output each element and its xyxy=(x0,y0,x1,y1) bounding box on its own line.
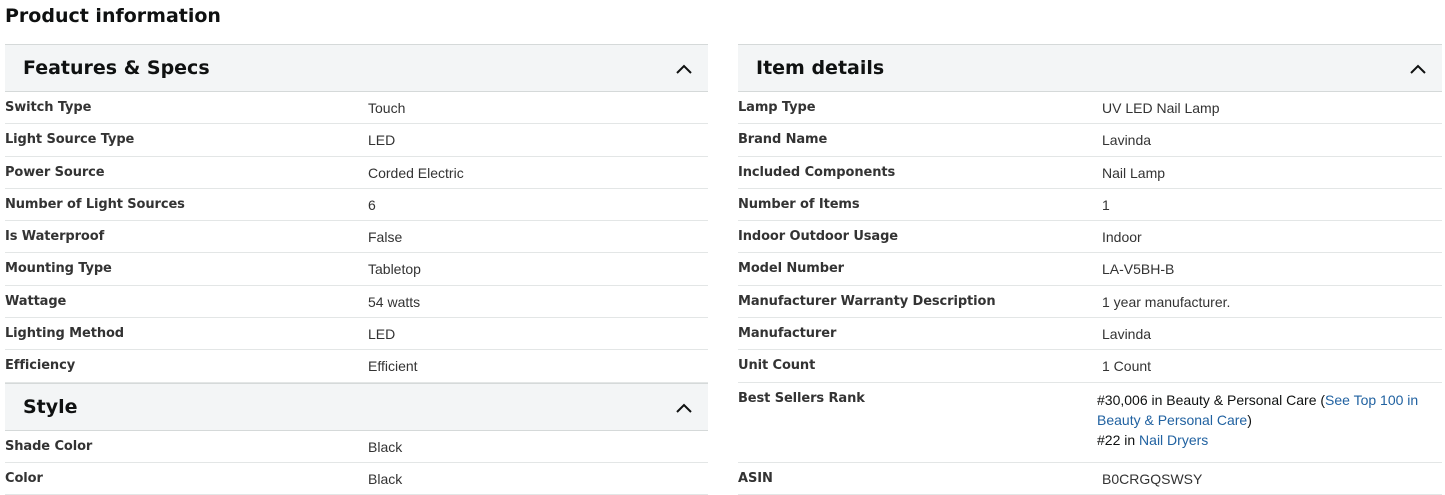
item-details-section-header[interactable]: Item details xyxy=(738,44,1442,92)
spec-value: Black xyxy=(368,470,403,487)
spec-value: False xyxy=(368,229,403,246)
style-section-header[interactable]: Style xyxy=(5,382,708,431)
table-row: Brand Name Lavinda xyxy=(738,124,1442,157)
spec-label: Brand Name xyxy=(738,132,828,148)
right-column: Item details Lamp Type UV LED Nail Lamp B… xyxy=(738,44,1442,495)
features-section-header[interactable]: Features & Specs xyxy=(5,44,708,92)
spec-label: Switch Type xyxy=(5,100,92,115)
style-section-title: Style xyxy=(23,395,78,418)
page-title: Product information xyxy=(5,5,221,27)
spec-value: Lavinda xyxy=(1102,132,1152,149)
features-table: Switch Type Touch Light Source Type LED Po… xyxy=(5,92,708,383)
rank-text: ) xyxy=(1247,411,1252,428)
spec-label: Color xyxy=(5,470,43,486)
spec-value: 1 Count xyxy=(1102,358,1152,375)
spec-value: Black xyxy=(368,438,403,455)
table-row: Number of Items 1 xyxy=(738,189,1442,222)
spec-label: Manufacturer xyxy=(738,326,837,342)
spec-label: Wattage xyxy=(5,293,67,309)
spec-value: Touch xyxy=(368,100,406,116)
table-row: Wattage 54 watts xyxy=(5,286,708,319)
spec-value: Indoor xyxy=(1102,229,1142,246)
spec-label: Lamp Type xyxy=(738,100,816,115)
item-details-section-title: Item details xyxy=(756,57,885,79)
spec-value: 1 xyxy=(1102,196,1110,213)
spec-value: Tabletop xyxy=(368,261,421,278)
spec-value: UV LED Nail Lamp xyxy=(1102,100,1220,116)
table-row: Number of Light Sources 6 xyxy=(5,189,708,222)
chevron-up-icon[interactable] xyxy=(1408,59,1428,79)
spec-label: Is Waterproof xyxy=(5,229,105,245)
spec-label: Light Source Type xyxy=(5,132,135,148)
chevron-up-icon[interactable] xyxy=(674,398,694,418)
spec-value: LED xyxy=(368,132,396,149)
table-row: Manufacturer Warranty Description 1 year … xyxy=(738,286,1442,319)
spec-value: 54 watts xyxy=(368,293,421,310)
table-row: Shade Color Black xyxy=(5,431,708,463)
spec-value: Nail Lamp xyxy=(1102,164,1166,181)
spec-label: Mounting Type xyxy=(5,261,112,277)
rank-text: #30,006 in Beauty & Personal Care ( xyxy=(1097,391,1326,408)
table-row: Switch Type Touch xyxy=(5,92,708,125)
chevron-up-icon[interactable] xyxy=(674,59,694,79)
table-row: Model Number LA-V5BH-B xyxy=(738,253,1442,286)
spec-label: Model Number xyxy=(738,261,844,277)
spec-value: 1 year manufacturer. xyxy=(1102,293,1231,310)
spec-label: Number of Light Sources xyxy=(5,196,185,212)
nail-dryers-link[interactable]: Nail Dryers xyxy=(1139,432,1208,448)
item-details-table: Lamp Type UV LED Nail Lamp Brand Name Lavi… xyxy=(738,92,1442,495)
spec-label: Included Components xyxy=(738,164,896,180)
spec-value: Efficient xyxy=(368,358,418,375)
rank-text: #22 in xyxy=(1097,431,1140,448)
table-row: Mounting Type Tabletop xyxy=(5,253,708,286)
spec-value: B0CRGQSWSY xyxy=(1102,470,1203,487)
best-sellers-rank-row: Best Sellers Rank #30,006 in Beauty & Pe… xyxy=(738,383,1442,463)
spec-label: Number of Items xyxy=(738,196,860,212)
table-row: Unit Count 1 Count xyxy=(738,350,1442,383)
table-row: Lamp Type UV LED Nail Lamp xyxy=(738,92,1442,125)
table-row: Is Waterproof False xyxy=(5,221,708,254)
style-table: Shade Color Black Color Black xyxy=(5,431,708,495)
spec-label: Unit Count xyxy=(738,358,816,374)
spec-label: Efficiency xyxy=(5,358,76,374)
spec-label: Shade Color xyxy=(5,438,93,454)
table-row: Manufacturer Lavinda xyxy=(738,318,1442,351)
features-section-title: Features & Specs xyxy=(23,57,210,79)
left-column: Features & Specs Switch Type Touch Light … xyxy=(5,44,708,495)
spec-label: Indoor Outdoor Usage xyxy=(738,229,899,245)
spec-label: Power Source xyxy=(5,164,105,180)
spec-value: 6 xyxy=(368,196,376,213)
spec-value: LED xyxy=(368,326,396,343)
spec-value: Lavinda xyxy=(1102,326,1152,343)
spec-label: ASIN xyxy=(738,470,773,486)
table-row: Indoor Outdoor Usage Indoor xyxy=(738,221,1442,254)
spec-label: Best Sellers Rank xyxy=(738,390,865,406)
table-row: Power Source Corded Electric xyxy=(5,157,708,189)
best-sellers-rank-value: #30,006 in Beauty & Personal Care (See T… xyxy=(1097,390,1427,450)
table-row: Efficiency Efficient xyxy=(5,350,708,383)
table-row: Light Source Type LED xyxy=(5,124,708,157)
table-row: Lighting Method LED xyxy=(5,318,708,351)
table-row: Color Black xyxy=(5,463,708,495)
spec-value: Corded Electric xyxy=(368,164,464,181)
spec-value: LA-V5BH-B xyxy=(1102,261,1175,278)
spec-label: Manufacturer Warranty Description xyxy=(738,293,996,309)
table-row: Included Components Nail Lamp xyxy=(738,157,1442,189)
table-row: ASIN B0CRGQSWSY xyxy=(738,463,1442,495)
spec-label: Lighting Method xyxy=(5,326,125,342)
